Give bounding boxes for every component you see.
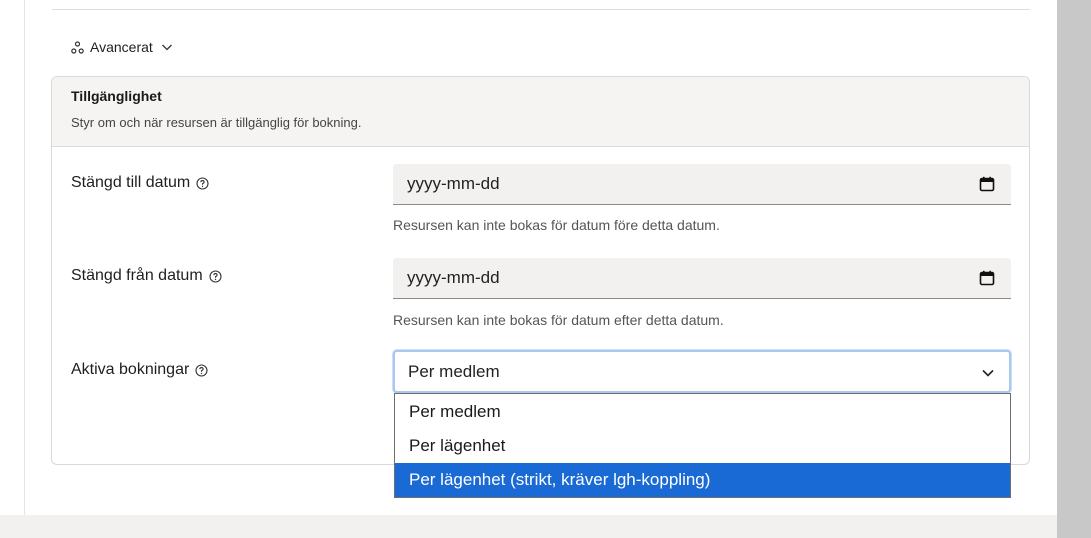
panel-header: Tillgänglighet Styr om och när resursen … — [52, 77, 1029, 147]
dropdown-option-per-lagenhet-strikt[interactable]: Per lägenhet (strikt, kräver lgh-kopplin… — [395, 463, 1010, 497]
page-scrollbar[interactable] — [1057, 0, 1091, 538]
question-circle-icon[interactable] — [195, 363, 208, 377]
advanced-label: Avancerat — [90, 39, 153, 55]
closed-until-date-input[interactable]: yyyy-mm-dd — [393, 164, 1011, 205]
active-bookings-label: Aktiva bokningar — [71, 361, 208, 379]
dropdown-option-per-lagenhet[interactable]: Per lägenhet — [395, 429, 1010, 463]
closed-until-hint: Resursen kan inte bokas för datum före d… — [393, 217, 720, 233]
content-left-border — [24, 0, 25, 515]
active-bookings-select[interactable]: Per medlem — [393, 350, 1011, 393]
page-footer-band — [0, 515, 1057, 538]
closed-from-label-text: Stängd från datum — [71, 267, 203, 284]
advanced-toggle[interactable]: Avancerat — [71, 37, 173, 57]
share-nodes-icon — [71, 40, 84, 54]
closed-from-hint: Resursen kan inte bokas för datum efter … — [393, 312, 724, 328]
panel-subtitle: Styr om och när resursen är tillgänglig … — [71, 115, 362, 130]
question-circle-icon[interactable] — [209, 269, 222, 283]
closed-until-label: Stängd till datum — [71, 174, 209, 192]
active-bookings-label-text: Aktiva bokningar — [71, 361, 190, 378]
active-bookings-selected-value: Per medlem — [408, 361, 500, 381]
section-divider — [52, 9, 1030, 10]
closed-until-label-text: Stängd till datum — [71, 174, 191, 191]
calendar-icon[interactable] — [979, 270, 995, 286]
active-bookings-dropdown: Per medlem Per lägenhet Per lägenhet (st… — [394, 393, 1011, 498]
closed-until-placeholder: yyyy-mm-dd — [407, 174, 500, 193]
dropdown-option-per-medlem[interactable]: Per medlem — [395, 395, 1010, 429]
question-circle-icon[interactable] — [196, 176, 209, 190]
chevron-down-icon — [161, 44, 172, 51]
closed-from-label: Stängd från datum — [71, 267, 222, 285]
panel-title: Tillgänglighet — [71, 88, 162, 104]
closed-from-placeholder: yyyy-mm-dd — [407, 268, 500, 287]
chevron-down-icon — [982, 369, 994, 377]
calendar-icon[interactable] — [979, 176, 995, 192]
closed-from-date-input[interactable]: yyyy-mm-dd — [393, 258, 1011, 299]
